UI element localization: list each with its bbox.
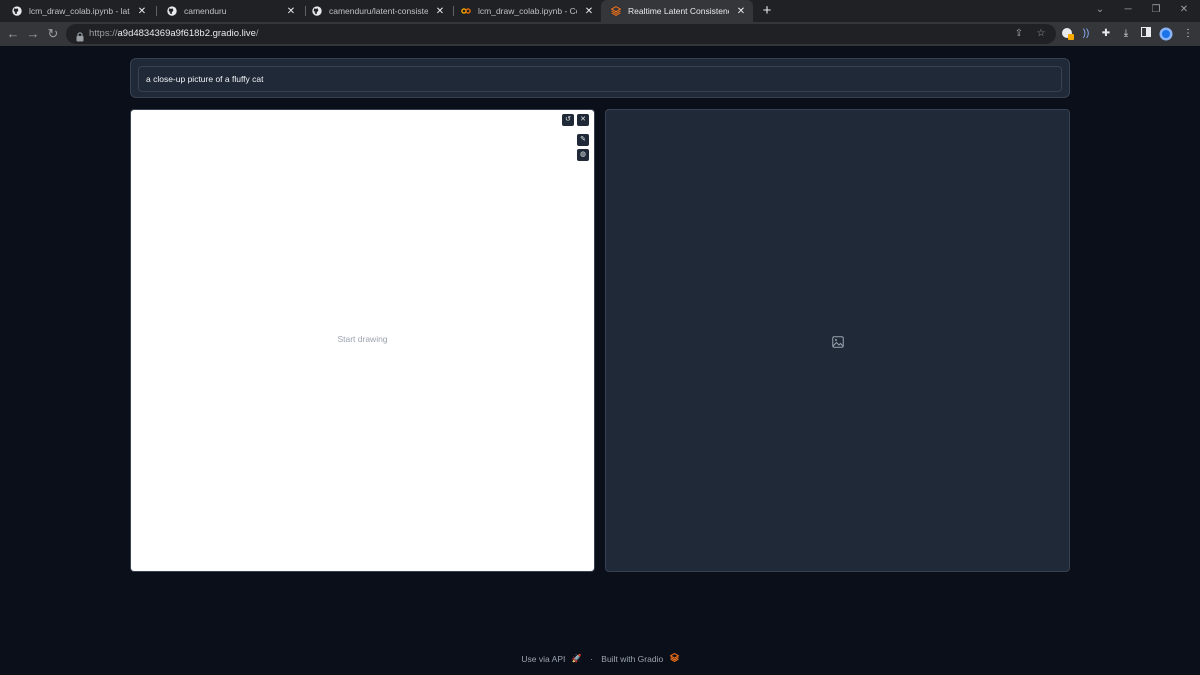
colab-icon bbox=[461, 6, 471, 16]
github-icon bbox=[312, 6, 322, 16]
read-aloud-icon[interactable]: )) bbox=[1079, 27, 1093, 41]
github-icon bbox=[12, 6, 22, 16]
gradio-app: ↺ ✕ ✎ ◍ Start drawing Use via API 🚀 · Bu… bbox=[0, 46, 1200, 675]
download-icon[interactable]: ⤓ bbox=[1119, 27, 1133, 41]
canvas-placeholder: Start drawing bbox=[337, 334, 388, 344]
tab-lcm-draw-github[interactable]: lcm_draw_colab.ipynb - latent-c ✕ bbox=[2, 0, 154, 22]
share-icon[interactable]: ⇪ bbox=[1012, 27, 1026, 41]
url-scheme: https:// bbox=[89, 28, 118, 39]
close-tab-icon[interactable]: ✕ bbox=[136, 6, 148, 17]
tab-realtime-lcm[interactable]: Realtime Latent Consistency Mo ✕ bbox=[601, 0, 753, 22]
github-icon bbox=[167, 6, 177, 16]
bookmark-star-icon[interactable]: ☆ bbox=[1034, 27, 1048, 41]
tab-colab[interactable]: lcm_draw_colab.ipynb - Colabor ✕ bbox=[451, 0, 601, 22]
gradio-icon bbox=[611, 6, 621, 16]
back-icon[interactable]: ← bbox=[5, 26, 21, 42]
restore-icon[interactable]: ❐ bbox=[1141, 0, 1171, 22]
side-panel-icon[interactable] bbox=[1139, 27, 1153, 41]
close-tab-icon[interactable]: ✕ bbox=[735, 6, 747, 17]
extensions-puzzle-icon[interactable]: ✚ bbox=[1099, 27, 1113, 41]
extension-badge-icon[interactable] bbox=[1060, 27, 1074, 41]
footer: Use via API 🚀 · Built with Gradio bbox=[0, 653, 1200, 664]
use-via-api-link[interactable]: Use via API bbox=[521, 654, 565, 664]
gradio-logo-icon bbox=[669, 653, 680, 664]
url-text: https://a9d4834369a9f618b2.gradio.live/ bbox=[89, 28, 259, 39]
image-icon bbox=[832, 335, 844, 348]
brush-icon[interactable]: ✎ bbox=[577, 134, 589, 146]
footer-separator: · bbox=[590, 653, 593, 664]
close-tab-icon[interactable]: ✕ bbox=[285, 6, 297, 17]
tab-strip: lcm_draw_colab.ipynb - latent-c ✕ camend… bbox=[0, 0, 1200, 22]
tab-search-icon[interactable]: ⌄ bbox=[1085, 0, 1115, 22]
menu-kebab-icon[interactable]: ⋮ bbox=[1181, 27, 1195, 41]
forward-icon[interactable]: → bbox=[25, 26, 41, 42]
tab-latent-consistency[interactable]: camenduru/latent-consistency- ✕ bbox=[302, 0, 452, 22]
sketch-canvas[interactable]: ↺ ✕ ✎ ◍ Start drawing bbox=[130, 109, 595, 572]
prompt-block bbox=[130, 58, 1070, 98]
profile-avatar[interactable] bbox=[1159, 27, 1173, 41]
minimize-icon[interactable]: ─ bbox=[1113, 0, 1143, 22]
rocket-icon: 🚀 bbox=[571, 654, 582, 664]
browser-toolbar: ← → ↻ https://a9d4834369a9f618b2.gradio.… bbox=[0, 22, 1200, 46]
tab-title: camenduru bbox=[184, 6, 227, 16]
tab-title: lcm_draw_colab.ipynb - latent-c bbox=[29, 6, 130, 16]
tab-title: Realtime Latent Consistency Mo bbox=[628, 6, 729, 16]
prompt-input[interactable] bbox=[138, 66, 1062, 92]
output-image-panel bbox=[605, 109, 1070, 572]
close-tab-icon[interactable]: ✕ bbox=[583, 6, 595, 17]
window-close-icon[interactable]: ✕ bbox=[1169, 0, 1199, 22]
url-path: / bbox=[255, 28, 259, 39]
reload-icon[interactable]: ↻ bbox=[45, 26, 61, 42]
built-with-gradio-link[interactable]: Built with Gradio bbox=[601, 654, 663, 664]
new-tab-button[interactable]: + bbox=[759, 1, 775, 21]
clear-icon[interactable]: ✕ bbox=[577, 114, 589, 126]
tab-camenduru[interactable]: camenduru ✕ bbox=[157, 0, 303, 22]
tab-title: camenduru/latent-consistency- bbox=[329, 6, 428, 16]
undo-icon[interactable]: ↺ bbox=[562, 114, 574, 126]
close-tab-icon[interactable]: ✕ bbox=[434, 6, 446, 17]
color-palette-icon[interactable]: ◍ bbox=[577, 149, 589, 161]
lock-icon bbox=[76, 29, 84, 42]
address-bar[interactable]: https://a9d4834369a9f618b2.gradio.live/ … bbox=[66, 24, 1056, 44]
tab-title: lcm_draw_colab.ipynb - Colabor bbox=[478, 6, 577, 16]
url-host: a9d4834369a9f618b2.gradio.live bbox=[117, 28, 256, 39]
